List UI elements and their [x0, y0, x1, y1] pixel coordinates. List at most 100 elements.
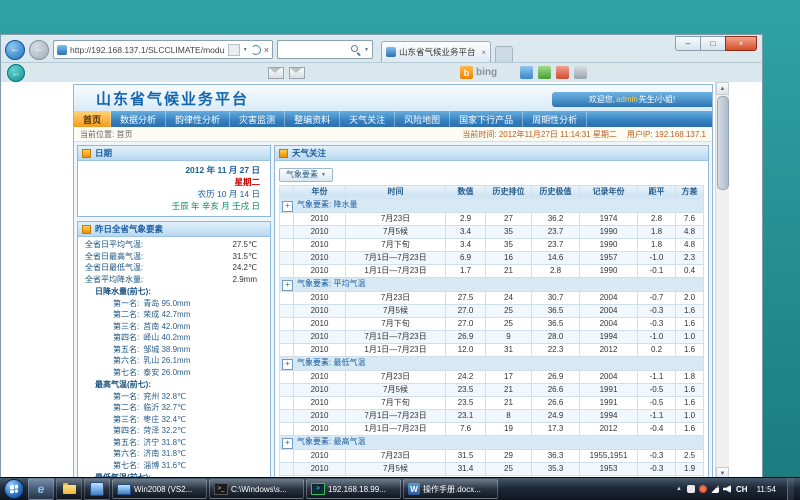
taskbar-button[interactable]: Win2008 (VS2... — [112, 479, 207, 499]
taskbar-explorer-button[interactable] — [56, 478, 82, 500]
table-cell: 36.5 — [532, 304, 580, 317]
plugin-blue-icon[interactable] — [520, 66, 533, 79]
nav-item-compiled-data[interactable]: 整编资料 — [285, 111, 340, 127]
nav-item-data-analysis[interactable]: 数据分析 — [111, 111, 166, 127]
table-cell: -1.0 — [638, 251, 676, 264]
table-row[interactable]: 20107月下旬3.43523.719901.84.8 — [280, 238, 704, 251]
search-box[interactable]: ▼ — [277, 40, 373, 59]
table-row[interactable]: 20107月1日—7月23日6.91614.61957-1.02.3 — [280, 251, 704, 264]
column-header[interactable]: 距平 — [638, 185, 676, 198]
table-row[interactable]: 20107月1日—7月23日26.9928.01994-1.01.0 — [280, 330, 704, 343]
taskbar-button[interactable]: >192.168.18.99... — [306, 479, 401, 499]
table-row[interactable]: 20107月23日31.52936.31955,1951-0.32.5 — [280, 449, 704, 462]
taskbar-clock[interactable]: 11:54 — [753, 485, 780, 494]
expand-icon[interactable]: + — [282, 280, 293, 291]
column-header[interactable]: 记录年份 — [580, 185, 638, 198]
table-row[interactable]: 20107月下旬23.52126.61991-0.51.6 — [280, 396, 704, 409]
table-group-row[interactable]: +气象要素: 平均气温 — [280, 277, 704, 291]
taskbar-button-label: 192.168.18.99... — [328, 485, 386, 494]
toolbar-back-icon[interactable]: ← — [7, 64, 25, 82]
table-row[interactable]: 20107月5候27.02536.52004-0.31.6 — [280, 304, 704, 317]
table-cell: 35 — [486, 225, 532, 238]
search-dropdown-icon[interactable]: ▼ — [364, 47, 369, 53]
table-row[interactable]: 20107月5候23.52126.61991-0.51.6 — [280, 383, 704, 396]
expand-icon[interactable]: + — [282, 438, 293, 449]
table-row[interactable]: 20101月1日—7月23日12.03122.320120.21.6 — [280, 343, 704, 356]
taskbar-button[interactable]: >_C:\Windows\s... — [209, 479, 304, 499]
compatibility-view-icon[interactable] — [228, 44, 240, 56]
table-row[interactable]: 20107月23日24.21726.92004-1.11.8 — [280, 370, 704, 383]
table-cell: 2010 — [294, 317, 346, 330]
table-group-row[interactable]: +气象要素: 最高气温 — [280, 435, 704, 449]
mail-open-icon[interactable] — [289, 67, 305, 79]
nav-item-disaster-monitor[interactable]: 灾害监测 — [230, 111, 285, 127]
taskbar-ie-button[interactable]: e — [28, 478, 54, 500]
table-row[interactable]: 20107月23日27.52430.72004-0.72.0 — [280, 291, 704, 304]
plugin-green-icon[interactable] — [538, 66, 551, 79]
table-row[interactable]: 20107月下旬27.02536.52004-0.31.6 — [280, 317, 704, 330]
taskbar-app-button[interactable] — [84, 478, 110, 500]
nav-item-risk-map[interactable]: 风险地图 — [395, 111, 450, 127]
network-icon[interactable] — [711, 485, 719, 493]
volume-icon[interactable] — [723, 485, 731, 493]
main-nav-menu: 首页数据分析韵律性分析灾害监测整编资料天气关注风险地图国家下行产品周期性分析 — [74, 111, 712, 127]
table-cell: -1.1 — [638, 370, 676, 383]
table-cell: 35.3 — [532, 462, 580, 475]
browser-forward-button[interactable]: ← — [29, 40, 49, 60]
minimize-button[interactable]: – — [675, 36, 700, 51]
stop-icon[interactable]: × — [264, 46, 269, 54]
nav-item-weather-focus[interactable]: 天气关注 — [340, 111, 395, 127]
show-desktop-button[interactable] — [787, 478, 794, 500]
browser-back-button[interactable]: ← — [5, 40, 25, 60]
table-row[interactable]: 20101月1日—7月23日1.7212.81990-0.10.4 — [280, 264, 704, 277]
close-button[interactable]: × — [725, 36, 757, 51]
column-header[interactable]: 数值 — [446, 185, 486, 198]
address-dropdown-icon[interactable]: ▼ — [243, 47, 248, 53]
nav-item-national-products[interactable]: 国家下行产品 — [450, 111, 523, 127]
page-scrollbar[interactable]: ▲ ▼ — [715, 82, 729, 480]
refresh-icon[interactable] — [251, 45, 261, 55]
summary-label: 全省日平均气温: — [85, 239, 143, 251]
rank-item: 第七名:泰安 26.0mm — [81, 367, 267, 379]
column-header[interactable]: 历史排位 — [486, 185, 532, 198]
table-group-row[interactable]: +气象要素: 最低气温 — [280, 356, 704, 370]
search-icon[interactable] — [350, 44, 361, 55]
start-button[interactable] — [4, 479, 24, 499]
column-header[interactable]: 方差 — [676, 185, 704, 198]
nav-item-home[interactable]: 首页 — [74, 111, 111, 127]
expand-icon[interactable]: + — [282, 359, 293, 370]
updates-icon[interactable] — [699, 485, 707, 493]
column-header[interactable]: 时间 — [346, 185, 446, 198]
table-group-row[interactable]: +气象要素: 降水量 — [280, 198, 704, 212]
action-center-icon[interactable] — [687, 485, 695, 493]
scroll-up-icon[interactable]: ▲ — [716, 82, 729, 95]
tab-close-icon[interactable]: × — [481, 48, 486, 57]
expand-icon[interactable]: + — [282, 201, 293, 212]
weather-panel: 昨日全省气象要素 全省日平均气温:27.5℃全省日最高气温:31.5℃全省日最低… — [77, 221, 271, 478]
address-bar[interactable]: http://192.168.137.1/SLCCLIMATE/modules/… — [53, 40, 273, 59]
column-header[interactable]: 年份 — [294, 185, 346, 198]
new-tab-button[interactable] — [495, 46, 513, 62]
plugin-red-icon[interactable] — [556, 66, 569, 79]
element-filter-button[interactable]: 气象要素 ▼ — [279, 168, 333, 182]
column-header[interactable]: 历史极值 — [532, 185, 580, 198]
mail-icon[interactable] — [268, 67, 284, 79]
table-cell: 7月23日 — [346, 291, 446, 304]
maximize-button[interactable]: □ — [700, 36, 725, 51]
table-row[interactable]: 20107月5候3.43523.719901.84.8 — [280, 225, 704, 238]
browser-tab[interactable]: 山东省气候业务平台 × — [381, 41, 491, 62]
plugin-gray-icon[interactable] — [574, 66, 587, 79]
nav-item-rhythm-analysis[interactable]: 韵律性分析 — [166, 111, 230, 127]
table-row[interactable]: 20101月1日—7月23日7.61917.32012-0.41.6 — [280, 422, 704, 435]
hidden-icons-icon[interactable]: ▲ — [676, 486, 682, 492]
scrollbar-thumb[interactable] — [717, 96, 729, 190]
filter-caret-icon: ▼ — [321, 172, 326, 178]
table-row[interactable]: 20107月23日2.92736.219742.87.6 — [280, 212, 704, 225]
input-language-indicator[interactable]: CH — [736, 485, 748, 494]
url-text[interactable]: http://192.168.137.1/SLCCLIMATE/modules/… — [70, 45, 225, 55]
taskbar-button[interactable]: W操作手册.docx... — [403, 479, 498, 499]
table-row[interactable]: 20107月5候31.42535.31953-0.31.9 — [280, 462, 704, 475]
table-row[interactable]: 20107月1日—7月23日23.1824.91994-1.11.0 — [280, 409, 704, 422]
nav-item-periodic-analysis[interactable]: 周期性分析 — [523, 111, 587, 127]
bing-toolbar[interactable]: b bing — [460, 66, 497, 79]
